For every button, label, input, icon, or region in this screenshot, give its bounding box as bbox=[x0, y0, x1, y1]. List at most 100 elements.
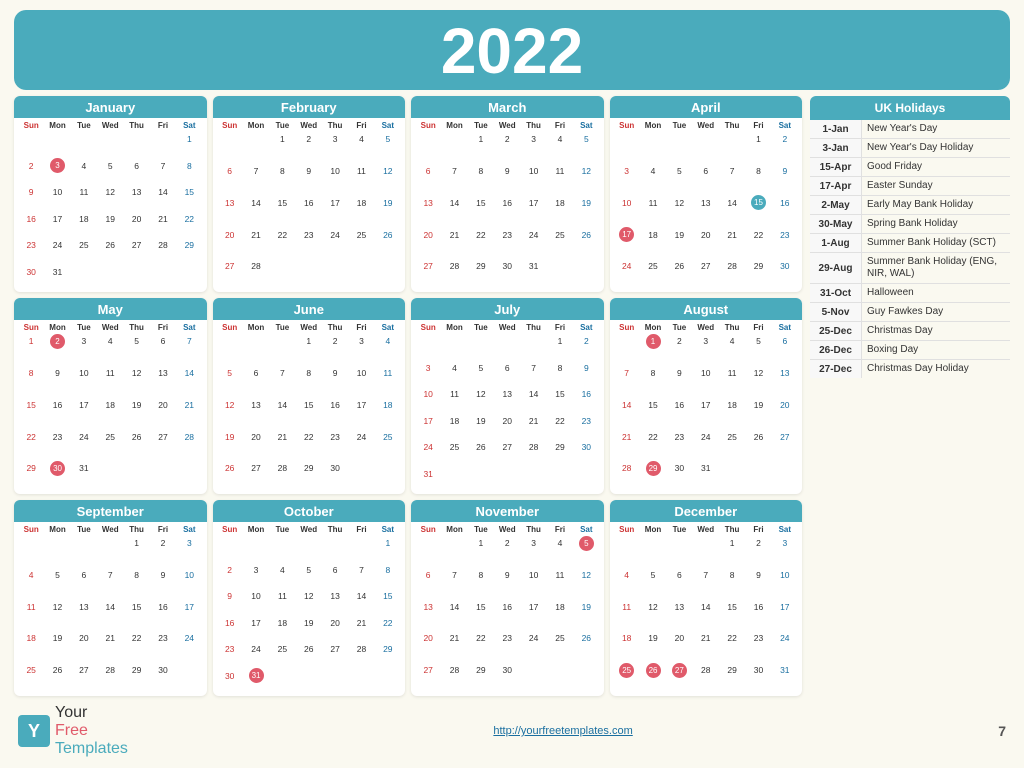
day-cell: 21 bbox=[243, 227, 269, 243]
day-cell: 11 bbox=[547, 567, 573, 583]
day-cell: 27 bbox=[415, 258, 441, 274]
day-cell: 18 bbox=[547, 599, 573, 615]
day-cell: 17 bbox=[243, 615, 269, 631]
day-cell: 11 bbox=[640, 195, 666, 211]
day-cell: 14 bbox=[693, 599, 719, 615]
day-cell: 14 bbox=[520, 386, 546, 402]
day-cell: 13 bbox=[243, 397, 269, 413]
day-cell: 15 bbox=[640, 397, 666, 413]
month-july: JulySunMonTueWedThuFriSat123456789101112… bbox=[411, 298, 604, 494]
day-cell: 5 bbox=[573, 535, 599, 551]
month-grid-may: SunMonTueWedThuFriSat1234567891011121314… bbox=[14, 320, 207, 494]
day-cell: 28 bbox=[520, 439, 546, 455]
day-labels: SunMonTueWedThuFriSat bbox=[18, 524, 203, 535]
day-cell: 4 bbox=[71, 158, 97, 174]
day-cell: 6 bbox=[322, 562, 348, 578]
footer-page: 7 bbox=[998, 723, 1006, 739]
day-cell: 25 bbox=[547, 227, 573, 243]
day-cell: 20 bbox=[772, 397, 798, 413]
day-cell: 23 bbox=[322, 429, 348, 445]
day-cell: 11 bbox=[441, 386, 467, 402]
day-cell: 7 bbox=[719, 163, 745, 179]
day-cell: 22 bbox=[18, 429, 44, 445]
month-header-january: January bbox=[14, 96, 207, 118]
day-cell: 25 bbox=[375, 429, 401, 445]
holiday-row: 1-JanNew Year's Day bbox=[810, 120, 1010, 139]
month-march: MarchSunMonTueWedThuFriSat12345678910111… bbox=[411, 96, 604, 292]
day-cell: 5 bbox=[666, 163, 692, 179]
day-cell: 24 bbox=[693, 429, 719, 445]
day-cell: 27 bbox=[494, 439, 520, 455]
day-cell: 24 bbox=[71, 429, 97, 445]
day-cell: 22 bbox=[468, 630, 494, 646]
day-cell: 26 bbox=[640, 662, 666, 678]
day-empty bbox=[348, 535, 374, 551]
day-cell: 27 bbox=[243, 460, 269, 476]
days-grid: 1234567891011121314151617181920212223242… bbox=[217, 535, 402, 694]
footer: Y Your Free Templates http://yourfreetem… bbox=[14, 702, 1010, 760]
day-cell: 9 bbox=[44, 365, 70, 381]
month-october: OctoberSunMonTueWedThuFriSat123456789101… bbox=[213, 500, 406, 696]
day-cell: 28 bbox=[441, 258, 467, 274]
day-cell: 26 bbox=[573, 227, 599, 243]
day-labels: SunMonTueWedThuFriSat bbox=[415, 322, 600, 333]
day-cell: 26 bbox=[745, 429, 771, 445]
day-cell: 4 bbox=[640, 163, 666, 179]
day-cell: 8 bbox=[375, 562, 401, 578]
month-header-september: September bbox=[14, 500, 207, 522]
day-cell: 20 bbox=[243, 429, 269, 445]
day-empty bbox=[217, 131, 243, 147]
day-cell: 25 bbox=[640, 258, 666, 274]
day-cell: 9 bbox=[666, 365, 692, 381]
day-cell: 27 bbox=[772, 429, 798, 445]
day-cell: 2 bbox=[745, 535, 771, 551]
day-cell: 8 bbox=[296, 365, 322, 381]
day-cell: 29 bbox=[719, 662, 745, 678]
day-empty bbox=[44, 535, 70, 551]
day-cell: 24 bbox=[348, 429, 374, 445]
day-empty bbox=[71, 535, 97, 551]
day-cell: 25 bbox=[441, 439, 467, 455]
day-labels: SunMonTueWedThuFriSat bbox=[18, 120, 203, 131]
footer-url[interactable]: http://yourfreetemplates.com bbox=[493, 725, 632, 737]
day-cell: 4 bbox=[719, 333, 745, 349]
month-june: JuneSunMonTueWedThuFriSat123456789101112… bbox=[213, 298, 406, 494]
day-cell: 6 bbox=[217, 163, 243, 179]
holiday-name: Christmas Day bbox=[862, 322, 1010, 340]
day-cell: 5 bbox=[573, 131, 599, 147]
holiday-name: Boxing Day bbox=[862, 341, 1010, 359]
day-empty bbox=[415, 535, 441, 551]
day-cell: 28 bbox=[150, 237, 176, 253]
day-empty bbox=[243, 131, 269, 147]
day-cell: 16 bbox=[296, 195, 322, 211]
day-cell: 25 bbox=[71, 237, 97, 253]
month-header-october: October bbox=[213, 500, 406, 522]
days-grid: 1234567891011121314151617181920212223242… bbox=[217, 131, 402, 290]
day-cell: 23 bbox=[150, 630, 176, 646]
day-cell: 10 bbox=[614, 195, 640, 211]
day-empty bbox=[614, 333, 640, 349]
holiday-date: 5-Nov bbox=[810, 303, 862, 321]
day-cell: 21 bbox=[150, 211, 176, 227]
holiday-row: 30-MaySpring Bank Holiday bbox=[810, 215, 1010, 234]
day-cell: 11 bbox=[71, 184, 97, 200]
day-cell: 31 bbox=[243, 668, 269, 684]
day-empty bbox=[494, 333, 520, 349]
day-cell: 17 bbox=[520, 599, 546, 615]
holiday-date: 31-Oct bbox=[810, 284, 862, 302]
highlight-circle-red: 30 bbox=[50, 461, 65, 476]
day-cell: 7 bbox=[150, 158, 176, 174]
day-cell: 14 bbox=[441, 195, 467, 211]
day-cell: 12 bbox=[468, 386, 494, 402]
day-cell: 13 bbox=[415, 599, 441, 615]
day-cell: 19 bbox=[573, 599, 599, 615]
month-header-april: April bbox=[610, 96, 803, 118]
day-cell: 10 bbox=[243, 588, 269, 604]
day-cell: 31 bbox=[520, 258, 546, 274]
day-empty bbox=[441, 131, 467, 147]
day-cell: 7 bbox=[348, 562, 374, 578]
day-cell: 7 bbox=[176, 333, 202, 349]
day-cell: 20 bbox=[150, 397, 176, 413]
day-cell: 2 bbox=[573, 333, 599, 349]
day-cell: 6 bbox=[123, 158, 149, 174]
